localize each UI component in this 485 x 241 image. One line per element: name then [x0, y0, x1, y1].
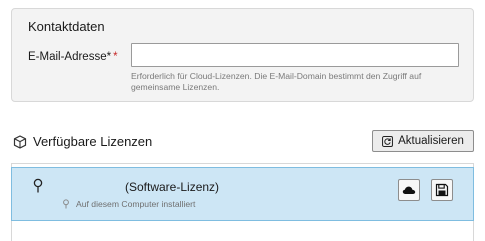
- license-name: (Software-Lizenz): [125, 180, 220, 194]
- license-item[interactable]: (Software-Lizenz) Auf diesem Computer in…: [11, 167, 474, 221]
- refresh-icon: [382, 135, 394, 147]
- pin-small-icon: [63, 199, 69, 209]
- refresh-label: Aktualisieren: [398, 135, 464, 147]
- section-title: Verfügbare Lizenzen: [33, 134, 153, 149]
- pin-icon: [33, 178, 43, 193]
- email-input[interactable]: [131, 43, 459, 67]
- contact-card: Kontaktdaten E-Mail-Adresse* * Erforderli…: [11, 8, 474, 102]
- contact-title: Kontaktdaten: [28, 19, 105, 34]
- save-button[interactable]: [431, 179, 453, 201]
- refresh-button[interactable]: Aktualisieren: [372, 130, 474, 152]
- license-subtitle: Auf diesem Computer installiert: [76, 199, 196, 209]
- license-status: Auf diesem Computer installiert: [62, 199, 195, 209]
- email-hint: Erforderlich für Cloud-Lizenzen. Die E-M…: [131, 71, 422, 92]
- save-icon: [435, 183, 449, 197]
- package-icon: [13, 135, 27, 149]
- email-label: E-Mail-Adresse* *: [28, 51, 118, 63]
- email-label-text: E-Mail-Adresse*: [28, 51, 112, 63]
- cloud-button[interactable]: [398, 179, 420, 201]
- required-marker: *: [113, 51, 118, 63]
- cloud-icon: [402, 186, 416, 194]
